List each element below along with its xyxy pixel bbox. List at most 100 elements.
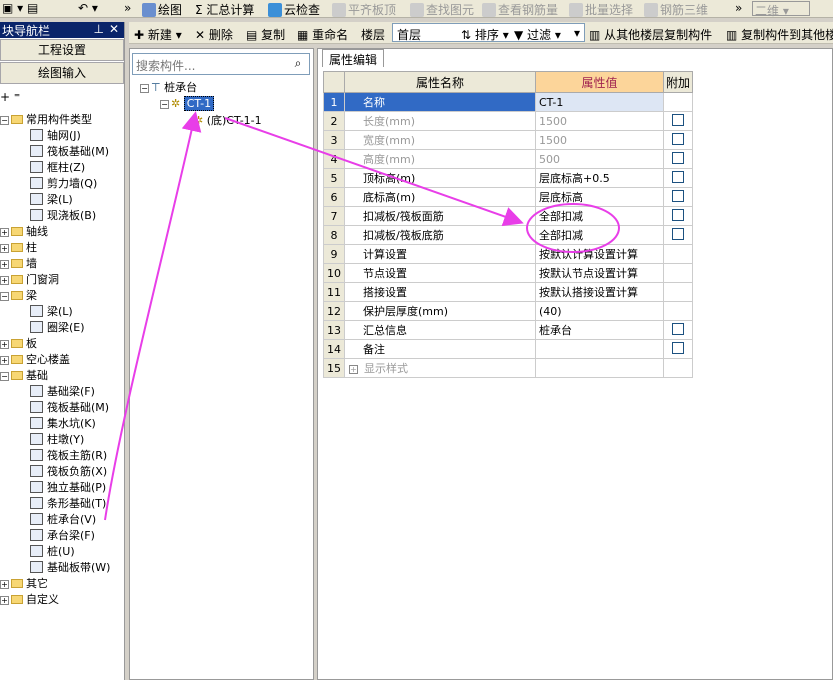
property-row[interactable]: 6 底标高(m) 层底标高	[323, 187, 693, 207]
close-icon[interactable]: ✕	[109, 22, 119, 36]
property-value[interactable]: 按默认计算设置计算	[535, 244, 664, 264]
find-element-button[interactable]: 查找图元	[410, 1, 474, 18]
draw-button[interactable]: 绘图	[142, 1, 182, 18]
property-value[interactable]: CT-1	[535, 92, 664, 112]
checkbox[interactable]	[672, 113, 684, 126]
collapse-icon[interactable]: −	[0, 292, 9, 301]
property-value[interactable]: 1500	[535, 111, 664, 131]
extra-cell[interactable]	[663, 168, 693, 188]
calc-button[interactable]: Σ 汇总计算	[195, 1, 254, 18]
collapse-icon[interactable]: −	[140, 84, 149, 93]
copy-from-floor-button[interactable]: ▥ 从其他楼层复制构件	[589, 26, 712, 43]
checkbox[interactable]	[672, 227, 684, 240]
property-row[interactable]: 3 宽度(mm) 1500	[323, 130, 693, 150]
nav-item-strip[interactable]: 条形基础(T)	[30, 496, 106, 512]
expand-icon[interactable]: +	[0, 260, 9, 269]
checkbox[interactable]	[672, 208, 684, 221]
tree-root[interactable]: − ⊤ 桩承台	[140, 80, 197, 96]
checkbox[interactable]	[672, 170, 684, 183]
nav-item-board[interactable]: + 板	[0, 336, 37, 352]
nav-item-common[interactable]: − 常用构件类型	[0, 112, 92, 128]
nav-item-shear-wall[interactable]: 剪力墙(Q)	[30, 176, 97, 192]
nav-item-other[interactable]: + 其它	[0, 576, 48, 592]
property-value[interactable]	[535, 358, 664, 378]
nav-item-beam[interactable]: 梁(L)	[30, 192, 73, 208]
nav-item-pile-cap[interactable]: 桩承台(V)	[30, 512, 96, 528]
nav-item-custom[interactable]: + 自定义	[0, 592, 59, 608]
property-value[interactable]: 500	[535, 149, 664, 169]
checkbox[interactable]	[672, 189, 684, 202]
extra-cell[interactable]	[663, 187, 693, 207]
search-box[interactable]: 搜索构件... ⌕	[132, 53, 310, 75]
nav-item-found[interactable]: − 基础	[0, 368, 48, 384]
property-row[interactable]: 8 扣减板/筏板底筋 全部扣减	[323, 225, 693, 245]
copy-button[interactable]: ▤ 复制	[246, 26, 285, 43]
expand-icon[interactable]: +	[0, 596, 9, 605]
property-row[interactable]: 1 名称 CT-1	[323, 92, 693, 112]
nav-item-found-strip[interactable]: 基础板带(W)	[30, 560, 110, 576]
nav-item-door[interactable]: + 门窗洞	[0, 272, 59, 288]
extra-cell[interactable]	[663, 206, 693, 226]
nav-item-ring-beam[interactable]: 圈梁(E)	[30, 320, 85, 336]
nav-item-column-frame[interactable]: 框柱(Z)	[30, 160, 85, 176]
property-row[interactable]: 14 备注	[323, 339, 693, 359]
nav-item-col[interactable]: + 柱	[0, 240, 37, 256]
project-settings-button[interactable]: 工程设置	[0, 39, 124, 61]
align-top-button[interactable]: 平齐板顶	[332, 1, 396, 18]
checkbox[interactable]	[672, 132, 684, 145]
property-row[interactable]: 12 保护层厚度(mm) (40)	[323, 301, 693, 321]
pin-icon[interactable]: ⊥	[94, 22, 104, 36]
expand-collapse-icons[interactable]: + ⁼	[0, 90, 20, 104]
batch-select-button[interactable]: 批量选择	[569, 1, 633, 18]
property-value[interactable]: 1500	[535, 130, 664, 150]
property-row[interactable]: 2 长度(mm) 1500	[323, 111, 693, 131]
property-value[interactable]: 按默认节点设置计算	[535, 263, 664, 283]
extra-cell[interactable]	[663, 339, 693, 359]
property-value[interactable]: (40)	[535, 301, 664, 321]
sort-button[interactable]: ⇅ 排序 ▾	[461, 26, 509, 43]
nav-item-axis[interactable]: + 轴线	[0, 224, 48, 240]
nav-item-found-beam[interactable]: 基础梁(F)	[30, 384, 95, 400]
delete-button[interactable]: ✕ 删除	[195, 26, 233, 43]
nav-item-beam-l[interactable]: 梁(L)	[30, 304, 73, 320]
nav-item-raft-neg[interactable]: 筏板负筋(X)	[30, 464, 107, 480]
app-icons[interactable]: ▣ ▾ ▤	[2, 1, 38, 15]
property-row[interactable]: 15 + 显示样式	[323, 358, 693, 378]
expand-icon[interactable]: +	[349, 365, 358, 374]
nav-item-slab[interactable]: 现浇板(B)	[30, 208, 96, 224]
expand-icon[interactable]: +	[0, 276, 9, 285]
nav-item-beam-group[interactable]: − 梁	[0, 288, 37, 304]
extra-cell[interactable]	[663, 111, 693, 131]
tree-child[interactable]: − ✲ CT-1	[160, 96, 215, 112]
collapse-icon[interactable]: −	[0, 372, 9, 381]
property-row[interactable]: 10 节点设置 按默认节点设置计算	[323, 263, 693, 283]
checkbox[interactable]	[672, 341, 684, 354]
nav-item-hollow[interactable]: + 空心楼盖	[0, 352, 70, 368]
property-row[interactable]: 7 扣减板/筏板面筋 全部扣减	[323, 206, 693, 226]
overflow-icon[interactable]: »	[124, 1, 131, 15]
rename-button[interactable]: ▦ 重命名	[297, 26, 348, 43]
cloud-check-button[interactable]: 云检查	[268, 1, 320, 18]
property-value[interactable]: 全部扣减	[535, 206, 664, 226]
expand-icon[interactable]: +	[0, 340, 9, 349]
expand-icon[interactable]: +	[0, 228, 9, 237]
view-mode-select[interactable]: 二维 ▾	[752, 1, 810, 18]
property-value[interactable]: 桩承台	[535, 320, 664, 340]
property-value[interactable]: 全部扣减	[535, 225, 664, 245]
checkbox[interactable]	[672, 322, 684, 335]
nav-item-cap-beam[interactable]: 承台梁(F)	[30, 528, 95, 544]
property-row[interactable]: 13 汇总信息 桩承台	[323, 320, 693, 340]
nav-item-pile[interactable]: 桩(U)	[30, 544, 75, 560]
collapse-icon[interactable]: −	[0, 116, 9, 125]
collapse-icon[interactable]: −	[160, 100, 169, 109]
nav-item-raft-main[interactable]: 筏板主筋(R)	[30, 448, 107, 464]
property-value[interactable]: 按默认搭接设置计算	[535, 282, 664, 302]
expand-icon[interactable]: +	[0, 580, 9, 589]
draw-input-button[interactable]: 绘图输入	[0, 62, 124, 84]
rebar-3d-button[interactable]: 钢筋三维	[644, 1, 708, 18]
nav-item-pier[interactable]: 柱墩(Y)	[30, 432, 84, 448]
expand-icon[interactable]: +	[0, 356, 9, 365]
filter-button[interactable]: ▼ 过滤 ▾	[514, 26, 561, 43]
nav-item-wall[interactable]: + 墙	[0, 256, 37, 272]
search-icon[interactable]: ⌕	[289, 56, 307, 72]
